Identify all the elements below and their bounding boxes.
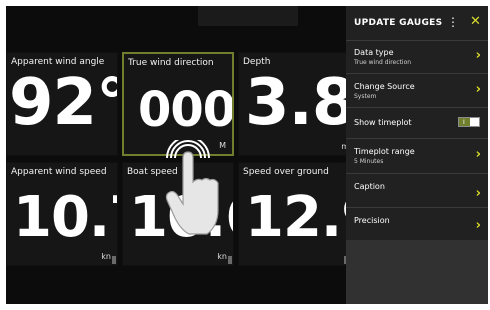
panel-empty-area xyxy=(346,240,488,304)
menu-item-show-timeplot[interactable]: Show timeplot I xyxy=(346,108,488,139)
gauge-apparent-wind-angle[interactable]: Apparent wind angle 92° xyxy=(6,52,118,156)
gauge-value: 92° xyxy=(9,66,118,140)
menu-item-timeplot-range[interactable]: Timeplot range 5 Minutes › xyxy=(346,139,488,174)
menu-item-data-type[interactable]: Data type True wind direction › xyxy=(346,40,488,74)
menu-item-label: Change Source xyxy=(354,82,415,91)
menu-item-label: Caption xyxy=(354,182,385,191)
gauge-depth[interactable]: Depth 3.8 m xyxy=(238,52,350,156)
menu-item-value: True wind direction xyxy=(354,59,412,66)
panel-header: UPDATE GAUGES ⋮ ✕ xyxy=(346,6,488,41)
menu-item-label: Show timeplot xyxy=(354,118,412,127)
chevron-right-icon: › xyxy=(475,218,481,233)
more-options-icon[interactable]: ⋮ xyxy=(447,15,459,29)
menu-item-label: Precision xyxy=(354,216,390,225)
panel-title: UPDATE GAUGES xyxy=(354,18,443,28)
resize-handle-icon[interactable] xyxy=(228,256,232,264)
gauge-value: 3.8 xyxy=(245,66,350,140)
menu-item-value: 5 Minutes xyxy=(354,158,384,165)
gauge-caption: Speed over ground xyxy=(243,167,329,177)
gauge-grid: Apparent wind angle 92° True wind direct… xyxy=(6,52,352,270)
menu-item-value: System xyxy=(354,93,377,100)
top-status-strip xyxy=(198,6,298,26)
gauge-apparent-wind-speed[interactable]: Apparent wind speed 10.7 kn xyxy=(6,162,118,266)
gauge-speed-over-ground[interactable]: Speed over ground 12.9 xyxy=(238,162,350,266)
menu-item-label: Data type xyxy=(354,48,394,57)
touch-gesture-hand-icon xyxy=(165,140,219,235)
update-gauges-panel: UPDATE GAUGES ⋮ ✕ Data type True wind di… xyxy=(346,6,488,304)
resize-handle-icon[interactable] xyxy=(112,256,116,264)
timeplot-toggle[interactable]: I xyxy=(458,117,480,127)
toggle-on-mark: I xyxy=(463,119,465,126)
gauge-value: 12.9 xyxy=(245,185,349,250)
toggle-knob xyxy=(470,118,479,126)
gauge-unit: kn xyxy=(217,252,227,261)
gauge-value: 000° xyxy=(138,82,234,138)
gauge-caption: True wind direction xyxy=(128,58,214,68)
gauge-value: 10.7 xyxy=(13,185,117,250)
menu-item-change-source[interactable]: Change Source System › xyxy=(346,74,488,108)
close-icon[interactable]: ✕ xyxy=(470,14,481,29)
chevron-right-icon: › xyxy=(475,147,481,162)
chevron-right-icon: › xyxy=(475,48,481,63)
gauge-unit: kn xyxy=(101,252,111,261)
menu-item-caption[interactable]: Caption › xyxy=(346,174,488,208)
gauge-caption: Apparent wind speed xyxy=(11,167,107,177)
chevron-right-icon: › xyxy=(475,82,481,97)
menu-item-label: Timeplot range xyxy=(354,147,415,156)
chevron-right-icon: › xyxy=(475,186,481,201)
menu-item-precision[interactable]: Precision › xyxy=(346,208,488,240)
